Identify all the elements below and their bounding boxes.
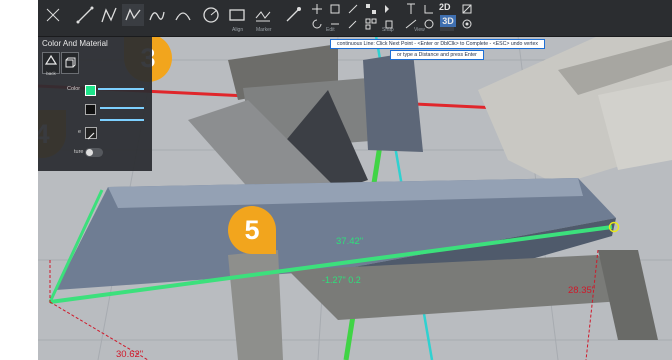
- mirror-button[interactable]: [382, 2, 396, 16]
- gradient-label-fragment: ture: [74, 149, 84, 155]
- align-tool-button[interactable]: [252, 4, 274, 26]
- eyedropper-button[interactable]: [346, 17, 360, 31]
- brush-icon: [348, 4, 358, 14]
- group-button[interactable]: [364, 2, 378, 16]
- measure-angle: -1.27" 0.2: [322, 275, 361, 285]
- back-label: back: [46, 71, 56, 76]
- material-cube-button[interactable]: [61, 52, 79, 74]
- scale-button[interactable]: [328, 2, 342, 16]
- group-icon: [366, 4, 376, 14]
- measure-bottom-length: 30.62": [116, 349, 144, 360]
- color-label: Color: [67, 86, 81, 92]
- curve-icon: [149, 11, 165, 21]
- chair-back-post: [363, 52, 423, 152]
- line-icon: [76, 6, 94, 24]
- measure-right-length: 28.35": [568, 285, 596, 296]
- camera-icon: [462, 19, 472, 29]
- circle-icon: [203, 7, 219, 23]
- select-tool-button[interactable]: [42, 4, 64, 26]
- rotate-button[interactable]: [310, 17, 324, 31]
- pen-icon[interactable]: [85, 127, 97, 140]
- mirror-icon: [385, 5, 389, 13]
- view-2d-button[interactable]: 2D: [439, 2, 451, 12]
- top-toolbar: 2D 3D Align Marker Edit Snap View: [38, 0, 672, 37]
- instruction-tooltip-line2: or type a Distance and press Enter: [390, 50, 484, 60]
- array-button[interactable]: [364, 17, 378, 31]
- toggle-knob: [86, 149, 93, 156]
- callout-5: 5: [228, 206, 276, 254]
- polyline-tool-button[interactable]: [98, 4, 120, 26]
- cross-arrows-icon: [46, 8, 60, 22]
- color-swatch[interactable]: [85, 85, 96, 96]
- group-label-marker: Marker: [256, 27, 272, 33]
- color-slider-track[interactable]: [98, 88, 144, 90]
- marker-tool-button[interactable]: [282, 4, 304, 26]
- instruction-tooltip-line1: continuous Line: Click Next Point - <Ent…: [330, 39, 545, 49]
- polyline-icon: [101, 7, 117, 23]
- snap-endpoint-icon: [407, 3, 415, 14]
- opacity-slider-track[interactable]: [100, 107, 144, 109]
- view-perspective-button[interactable]: [460, 2, 474, 16]
- shine-slider-track[interactable]: [100, 119, 144, 121]
- arc-tool-button[interactable]: [172, 4, 194, 26]
- line-tool-button[interactable]: [74, 4, 96, 26]
- move-icon: [312, 4, 322, 14]
- group-label-edit: Edit: [326, 27, 335, 33]
- back-button[interactable]: back: [42, 52, 60, 76]
- back-triangle-icon: [44, 54, 58, 65]
- texture-label-fragment: e: [78, 129, 82, 135]
- marker-icon: [286, 7, 301, 22]
- group-label-view: View: [414, 27, 425, 33]
- circle-tool-button[interactable]: [200, 4, 222, 26]
- rectangle-icon: [229, 9, 245, 21]
- rectangle-tool-button[interactable]: [226, 4, 248, 26]
- color-material-panel: Color And Material back Color e ture: [38, 36, 152, 171]
- panel-title: Color And Material: [42, 39, 108, 48]
- align-icon: [255, 11, 271, 22]
- snap-perpendicular-button[interactable]: [422, 2, 436, 16]
- 3d-viewport[interactable]: 37.42" -1.27" 0.2 28.35" 30.62" 3 4 5 Co…: [38, 0, 672, 360]
- paint-button[interactable]: [346, 2, 360, 16]
- curve-tool-button[interactable]: [146, 4, 168, 26]
- left-margin: [0, 0, 38, 360]
- snap-endpoint-button[interactable]: [404, 2, 418, 16]
- view-camera-button[interactable]: [460, 17, 474, 31]
- texture-toggle[interactable]: [85, 148, 103, 157]
- view-3d-button[interactable]: 3D: [440, 15, 456, 27]
- group-label-align: Align: [232, 27, 244, 33]
- arc-icon: [175, 12, 191, 21]
- cube-icon: [65, 57, 76, 68]
- perspective-icon: [462, 4, 472, 14]
- eyedropper-icon: [348, 20, 357, 29]
- continuous-line-icon: [125, 8, 141, 21]
- group-label-snap: Snap: [382, 27, 394, 33]
- secondary-swatch[interactable]: [85, 104, 96, 115]
- array-icon: [365, 18, 377, 30]
- rotate-icon: [312, 19, 322, 29]
- continuous-line-tool-button[interactable]: [122, 4, 144, 26]
- chair-leg-lower-left: [228, 250, 283, 360]
- scale-icon: [330, 4, 340, 14]
- move-button[interactable]: [310, 2, 324, 16]
- measure-main-length: 37.42": [336, 236, 364, 247]
- snap-perpendicular-icon: [424, 5, 433, 14]
